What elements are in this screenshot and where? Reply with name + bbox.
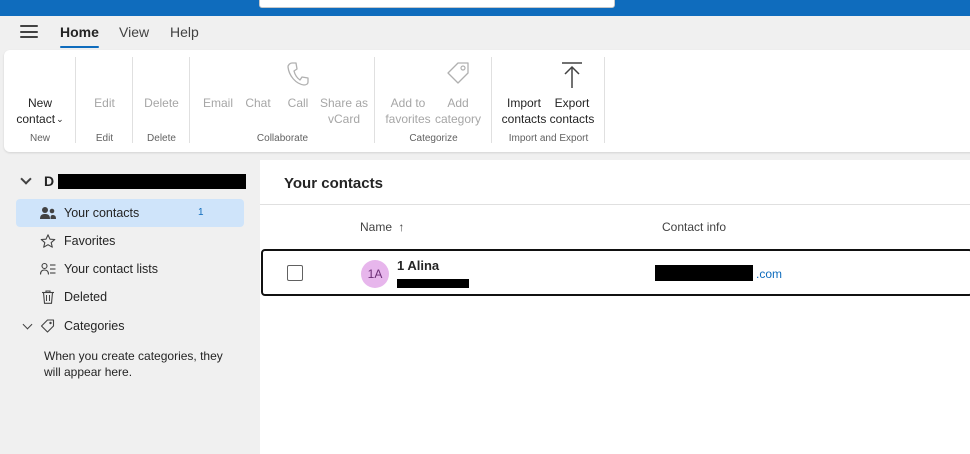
tab-home[interactable]: Home	[60, 24, 99, 48]
sort-ascending-icon: ↑	[398, 220, 405, 234]
edit-button[interactable]: Edit	[84, 95, 125, 111]
sidebar-item-deleted[interactable]: Deleted	[16, 283, 244, 311]
tab-help[interactable]: Help	[170, 24, 199, 40]
phone-icon	[286, 61, 310, 91]
new-contact-label2: contact	[16, 112, 56, 126]
share-vcard-button[interactable]: Share as vCard	[318, 95, 370, 127]
account-header[interactable]: D	[20, 173, 55, 189]
email-label: Email	[202, 96, 233, 110]
chat-label: Chat	[245, 96, 271, 110]
import-contacts-label: contacts	[501, 112, 547, 126]
avatar: 1A	[361, 260, 389, 288]
sidebar-item-label: Your contact lists	[64, 262, 159, 276]
import-label: Import	[506, 96, 541, 110]
ribbon-group-import-export: Import contacts Export contacts Import a…	[492, 55, 605, 147]
add-to-favorites-button[interactable]: Add to favorites	[383, 95, 433, 127]
sidebar-item-label: Categories	[64, 319, 125, 333]
star-icon	[40, 234, 56, 248]
ribbon-group-delete: Delete Delete	[133, 55, 190, 147]
sidebar-item-favorites[interactable]: Favorites	[16, 227, 244, 255]
column-header-name[interactable]: Name ↑	[360, 220, 404, 234]
delete-label: Delete	[144, 96, 179, 110]
contact-list-icon	[39, 262, 56, 276]
chat-button[interactable]: Chat	[242, 95, 274, 111]
import-contacts-button[interactable]: Import contacts	[500, 95, 548, 127]
ribbon-group-new: New contact⌄ New	[4, 55, 76, 147]
sidebar-item-label: Deleted	[64, 290, 108, 304]
sidebar-item-contact-lists[interactable]: Your contact lists	[16, 255, 244, 283]
add-to-label: Add to	[390, 96, 426, 110]
new-contact-button[interactable]: New contact⌄	[12, 95, 68, 128]
sidebar-item-label: Your contacts	[64, 206, 140, 220]
share-label2: vCard	[327, 112, 360, 126]
ribbon-group-collaborate: Email Chat Call Share as vCard Collabora…	[190, 55, 375, 147]
row-checkbox[interactable]	[287, 265, 303, 281]
edit-label: Edit	[94, 96, 115, 110]
redacted-email	[655, 265, 753, 281]
group-label-categorize: Categorize	[409, 133, 458, 144]
group-label-edit: Edit	[95, 133, 114, 144]
contact-name: 1 Alina	[397, 258, 440, 273]
page-title: Your contacts	[284, 175, 383, 192]
ribbon-toolbar: New contact⌄ New Edit Edit Delete Delete…	[4, 50, 970, 152]
category-label: category	[434, 112, 482, 126]
column-header-label: Name	[360, 220, 393, 234]
share-label: Share as	[319, 96, 369, 110]
chevron-down-icon	[20, 173, 32, 185]
account-initial: D	[44, 173, 55, 189]
redacted-account-name	[58, 174, 246, 189]
favorites-label: favorites	[385, 112, 431, 126]
chevron-down-icon: ⌄	[56, 114, 64, 124]
search-input[interactable]	[259, 0, 615, 8]
divider	[260, 204, 970, 205]
table-row[interactable]: 1A 1 Alina .com	[261, 249, 970, 296]
contact-count-badge: 1	[198, 207, 204, 218]
add-category-button[interactable]: Add category	[433, 62, 483, 127]
new-contact-label: New	[27, 96, 52, 110]
call-button[interactable]: Call	[282, 62, 314, 111]
app-header-bar	[0, 0, 970, 16]
ribbon-group-edit: Edit Edit	[76, 55, 133, 147]
sidebar-item-categories[interactable]: Categories	[16, 312, 244, 340]
email-button[interactable]: Email	[200, 95, 236, 111]
contacts-pane: Your contacts Name ↑ Contact info 1A 1 A…	[260, 160, 970, 454]
tag-icon	[444, 61, 472, 91]
export-label: Export	[554, 96, 590, 110]
sidebar-item-your-contacts[interactable]: Your contacts 1	[16, 199, 244, 227]
ribbon-group-categorize: Add to favorites Add category Categorize	[375, 55, 492, 147]
hamburger-menu-icon[interactable]	[20, 25, 38, 38]
call-label: Call	[287, 96, 309, 110]
export-contacts-label: contacts	[549, 112, 595, 126]
group-label-new: New	[29, 133, 50, 144]
tab-view[interactable]: View	[119, 24, 149, 40]
column-header-contact-info[interactable]: Contact info	[662, 220, 726, 234]
group-label-delete: Delete	[147, 133, 176, 144]
add-label: Add	[447, 96, 469, 110]
export-icon	[560, 61, 584, 93]
export-contacts-button[interactable]: Export contacts	[548, 62, 596, 127]
group-label-import-export: Import and Export	[508, 133, 589, 144]
delete-button[interactable]: Delete	[139, 95, 184, 111]
group-label-collaborate: Collaborate	[256, 133, 309, 144]
contact-email-link[interactable]: .com	[756, 267, 782, 281]
tag-icon	[40, 319, 56, 333]
sidebar-item-label: Favorites	[64, 234, 116, 248]
sidebar: D Your contacts 1 Favorites Your contact…	[0, 160, 260, 454]
people-icon	[40, 206, 56, 220]
redacted-contact-detail	[397, 279, 469, 288]
trash-icon	[40, 290, 56, 304]
ribbon-tabs: Home View Help	[0, 16, 970, 48]
categories-empty-note: When you create categories, they will ap…	[44, 349, 223, 379]
